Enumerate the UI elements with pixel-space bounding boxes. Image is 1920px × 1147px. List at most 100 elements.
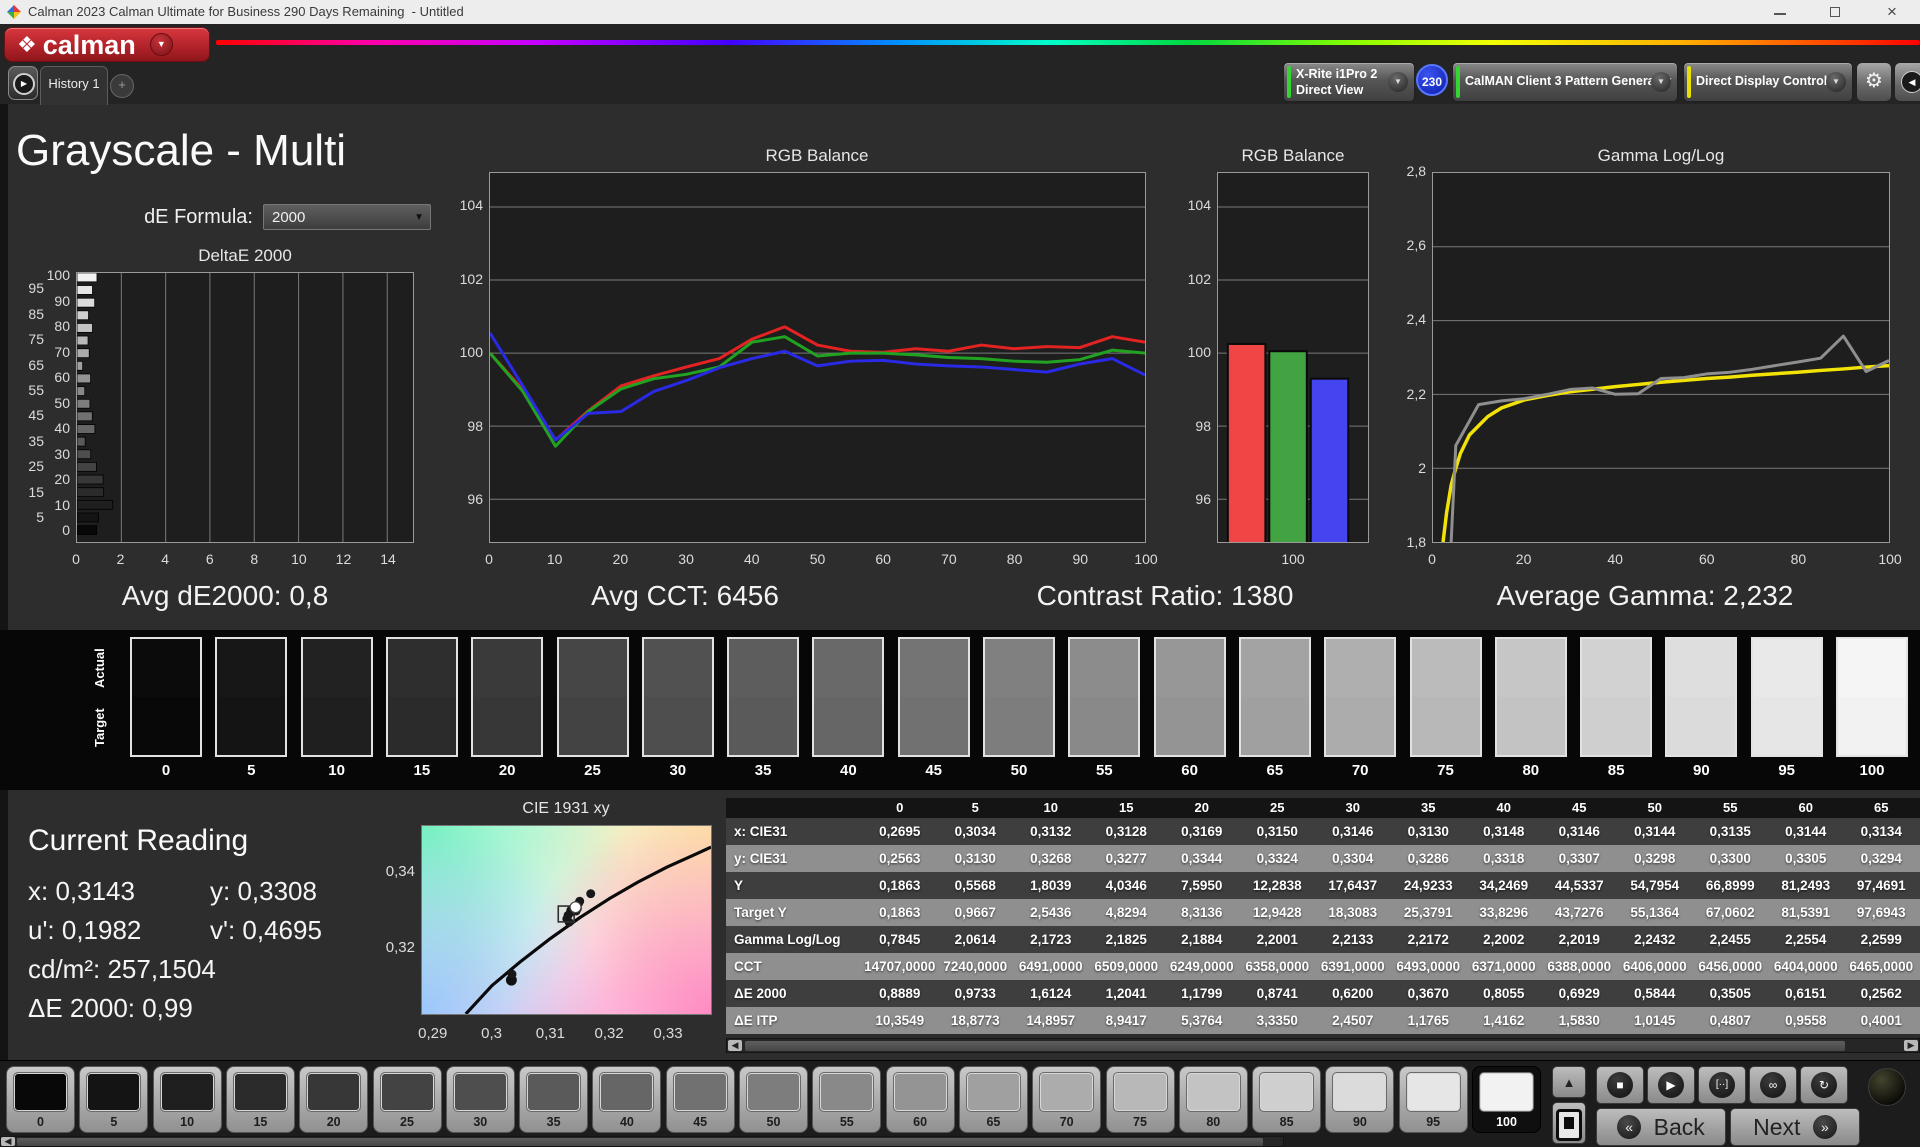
table-cell: 6388,0000 [1547,959,1612,974]
avg-de-stat: Avg dE2000: 0,8 [121,580,329,611]
meter-dropdown[interactable]: X-Rite i1Pro 2 Direct View ▼ [1283,62,1415,102]
play-button[interactable]: ▶ [1647,1066,1695,1104]
pattern-generator-dropdown[interactable]: CalMAN Client 3 Pattern Generator ▼ [1452,62,1678,102]
table-cell: 0,3128 [1105,824,1147,839]
table-cell: 2,5436 [1030,905,1072,920]
tick-label: 60 [1699,551,1715,567]
meter-status-bar [1287,66,1291,98]
tick-label: 20 [1515,551,1532,567]
tick-label: 90 [1072,551,1089,567]
avg-gamma-stat: Average Gamma: 2,232 [1496,580,1794,611]
calman-logo-button[interactable]: ❖ calman ▼ [4,27,210,62]
tick-label: 40 [840,762,857,779]
pattern-level-button-60[interactable]: 60 [885,1066,955,1133]
table-cell: 97,4691 [1856,878,1906,893]
maximize-button[interactable] [1815,0,1855,24]
refresh-button[interactable]: ↻ [1800,1066,1848,1104]
grayscale-swatch-95 [1750,637,1823,757]
table-col-header: 0 [896,800,904,815]
table-cell: 44,5337 [1554,878,1604,893]
pattern-level-button-15[interactable]: 15 [225,1066,295,1133]
window-titlebar: Calman 2023 Calman Ultimate for Business… [0,0,1920,25]
status-led [1868,1068,1906,1106]
pattern-level-button-70[interactable]: 70 [1032,1066,1102,1133]
pattern-level-button-75[interactable]: 75 [1105,1066,1175,1133]
loop-button[interactable]: ∞ [1749,1066,1797,1104]
table-cell: 34,2469 [1479,878,1529,893]
pattern-scroll-thumb[interactable] [17,1138,1263,1146]
table-cell: 0,3286 [1407,851,1449,866]
gear-icon: ⚙ [1865,70,1883,92]
table-col-header: 25 [1270,800,1285,815]
table-cell: 2,1723 [1030,932,1072,947]
pattern-level-button-25[interactable]: 25 [372,1066,442,1133]
pattern-level-button-50[interactable]: 50 [739,1066,808,1133]
pattern-level-button-65[interactable]: 65 [958,1066,1028,1133]
interval-button[interactable]: [··] [1698,1066,1746,1104]
pattern-level-button-20[interactable]: 20 [299,1066,369,1133]
de-formula-value: 2000 [272,209,306,226]
tick-label: 70 [941,551,957,567]
back-button[interactable]: « Back [1596,1108,1726,1146]
settings-button[interactable]: ⚙ [1856,62,1892,102]
table-scroll-thumb[interactable] [745,1041,1845,1051]
pattern-window-icon [1556,1109,1582,1141]
table-cell: 0,3344 [1181,851,1223,866]
tick-label: 0 [485,551,493,567]
pattern-level-button-0[interactable]: 0 [6,1066,75,1133]
next-button[interactable]: Next » [1730,1108,1860,1146]
tick-label: 0,32 [385,939,415,957]
scroll-left-icon[interactable]: ◀ [1,1137,15,1146]
pattern-window-button[interactable] [1552,1102,1586,1144]
table-cell: 97,6943 [1856,905,1906,920]
pattern-scrollbar[interactable]: ◀ [0,1136,1284,1147]
scroll-up-button[interactable]: ▲ [1552,1066,1586,1098]
close-button[interactable]: × [1872,0,1912,24]
grayscale-swatch-100 [1836,637,1908,757]
minimize-button[interactable] [1760,0,1800,24]
window-title: Calman 2023 Calman Ultimate for Business… [28,4,464,19]
tick-label: 1,8 [1406,534,1426,550]
tab-history-1[interactable]: History 1 [40,66,108,105]
left-edge-strip [0,104,8,1060]
pattern-generator-label: CalMAN Client 3 Pattern Generator [1465,74,1672,88]
table-row-label: Y [734,878,744,893]
grayscale-swatch-10 [300,637,373,757]
display-control-dropdown[interactable]: Direct Display Control ▼ [1683,62,1853,102]
pattern-level-button-100[interactable]: 100 [1472,1066,1541,1133]
pattern-level-button-95[interactable]: 95 [1398,1066,1468,1133]
pattern-level-button-55[interactable]: 55 [812,1066,882,1133]
pattern-level-button-5[interactable]: 5 [79,1066,149,1133]
grayscale-swatch-25 [556,637,629,757]
add-tab-button[interactable]: + [110,74,134,98]
pattern-level-button-80[interactable]: 80 [1178,1066,1248,1133]
pattern-level-button-30[interactable]: 30 [445,1066,515,1133]
table-cell: 0,3307 [1558,851,1600,866]
layout-nav-button[interactable]: ▶ [8,66,38,100]
table-cell: 66,8999 [1705,878,1755,893]
de-formula-select[interactable]: 2000 ▼ [263,204,431,230]
tick-label: 95 [1778,762,1796,779]
stop-button[interactable]: ■ [1596,1066,1644,1104]
contrast-ratio-stat: Contrast Ratio: 1380 [1036,580,1294,611]
collapse-toolbar-button[interactable]: ◀ [1894,62,1920,102]
table-col-header: 50 [1647,800,1662,815]
cie-1931-chart [421,825,712,1015]
table-cell: 6491,0000 [1018,959,1083,974]
table-cell: 43,7276 [1554,905,1604,920]
tick-label: 10 [546,551,563,567]
table-cell: 0,3304 [1332,851,1374,866]
refresh-icon: ↻ [1811,1072,1837,1098]
deltae-chart-title: DeltaE 2000 [198,246,292,265]
pattern-level-button-85[interactable]: 85 [1252,1066,1322,1133]
pattern-level-button-10[interactable]: 10 [152,1066,222,1133]
scroll-right-icon[interactable]: ▶ [1904,1040,1918,1051]
scroll-left-icon[interactable]: ◀ [728,1040,742,1051]
pattern-level-button-35[interactable]: 35 [519,1066,589,1133]
table-cell: 6493,0000 [1396,959,1461,974]
pattern-level-button-45[interactable]: 45 [665,1066,735,1133]
pattern-level-button-40[interactable]: 40 [592,1066,662,1133]
pattern-level-button-90[interactable]: 90 [1325,1066,1395,1133]
table-scrollbar[interactable]: ◀ ▶ [726,1038,1920,1053]
stop-icon: ■ [1607,1072,1633,1098]
